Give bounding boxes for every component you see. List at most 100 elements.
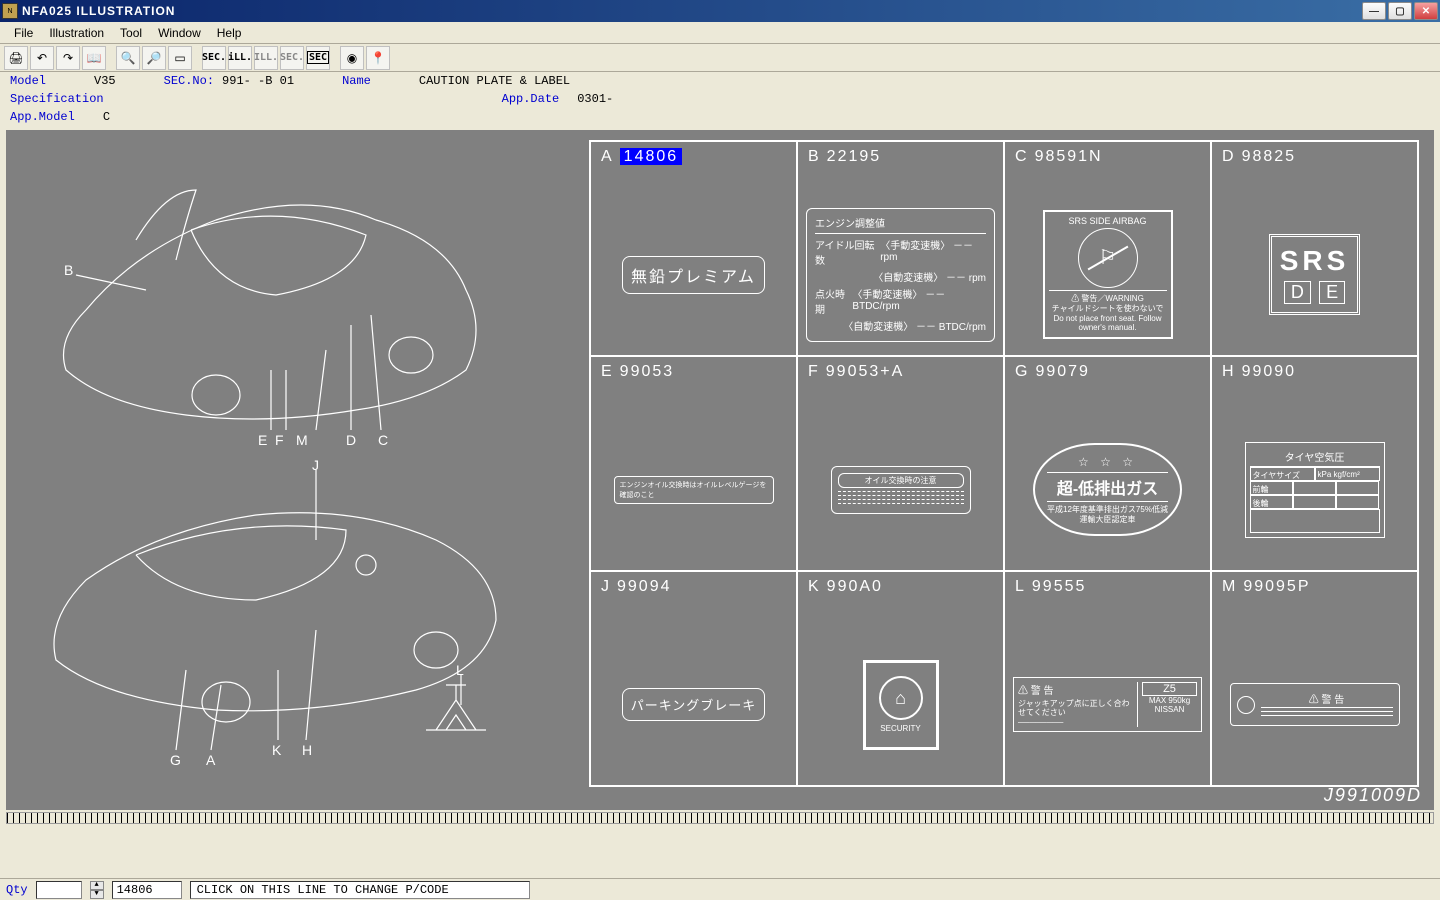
search-button[interactable]: 🔍	[116, 46, 140, 70]
car-diagrams: B M D C E F	[16, 140, 556, 780]
code-c: 98591N	[1035, 148, 1103, 165]
pin-button[interactable]: 📍	[366, 46, 390, 70]
cell-l[interactable]: L99555 ⚠ 警 告 ジャッキアップ点に正しく合わせてください ──────…	[1004, 571, 1211, 786]
cell-m[interactable]: M99095P ⚠ 警 告	[1211, 571, 1418, 786]
menu-window[interactable]: Window	[150, 24, 209, 42]
menu-file[interactable]: File	[6, 24, 41, 42]
zoom-button[interactable]: 🔎	[142, 46, 166, 70]
name-value: CAUTION PLATE & LABEL	[419, 74, 570, 88]
spec-label: Specification	[10, 92, 104, 106]
ill-gray-button[interactable]: ILL.	[254, 46, 278, 70]
qty-spinner[interactable]: ▲ ▼	[90, 881, 104, 899]
security-icon: ⌂	[879, 676, 923, 720]
callout-c: C	[378, 432, 388, 448]
cell-a[interactable]: A14806 無鉛プレミアム	[590, 141, 797, 356]
callout-b: B	[64, 262, 73, 278]
illustration-canvas[interactable]: B M D C E F	[6, 130, 1434, 810]
callout-h: H	[302, 742, 312, 758]
menubar: File Illustration Tool Window Help	[0, 22, 1440, 44]
ill-light-button[interactable]: iLL.	[228, 46, 252, 70]
info-row-2: Specification App.Date 0301-	[0, 90, 1440, 108]
menu-help[interactable]: Help	[209, 24, 250, 42]
cell-f[interactable]: F99053+A オイル交換時の注意	[797, 356, 1004, 571]
window-buttons: — ▢ ✕	[1362, 2, 1438, 20]
cell-b[interactable]: B22195 エンジン調整値 アイドル回転数〈手動変速機〉 －－ rpm 〈自動…	[797, 141, 1004, 356]
undo-button[interactable]: ↶	[30, 46, 54, 70]
maximize-button[interactable]: ▢	[1388, 2, 1412, 20]
ruler	[6, 812, 1434, 824]
code-b: 22195	[827, 148, 882, 165]
plate-g: ☆ ☆ ☆ 超-低排出ガス 平成12年度基準排出ガス75%低減 運輸大臣認定車	[1033, 443, 1182, 536]
print-button[interactable]: 🖨	[4, 46, 28, 70]
plate-f: オイル交換時の注意	[831, 466, 971, 514]
pcode-field[interactable]: 14806	[112, 881, 182, 899]
callout-e: E	[258, 432, 267, 448]
plate-l: ⚠ 警 告 ジャッキアップ点に正しく合わせてください ──────── Z5 M…	[1013, 677, 1202, 733]
model-value: V35	[94, 74, 116, 88]
plate-d: SRS D E	[1269, 234, 1361, 315]
statusbar: Qty ▲ ▼ 14806 CLICK ON THIS LINE TO CHAN…	[0, 878, 1440, 900]
sec-gray-button[interactable]: SEC.	[280, 46, 304, 70]
no-childseat-icon	[1078, 228, 1138, 288]
cell-d[interactable]: D98825 SRS D E	[1211, 141, 1418, 356]
label-grid: A14806 無鉛プレミアム B22195 エンジン調整値 アイドル回転数〈手動…	[589, 140, 1419, 787]
plate-m: ⚠ 警 告	[1230, 683, 1400, 726]
name-label: Name	[342, 74, 371, 88]
code-e: 99053	[620, 363, 675, 380]
cell-h[interactable]: H99090 タイヤ空気圧 タイヤサイズkPa kgf/cm² 前輪 後輪	[1211, 356, 1418, 571]
code-k: 990A0	[827, 578, 883, 595]
callout-d: D	[346, 432, 356, 448]
code-h: 99090	[1242, 363, 1297, 380]
callout-k: K	[272, 742, 282, 758]
plate-j: パーキングブレーキ	[622, 688, 766, 721]
callout-a: A	[206, 752, 216, 768]
qty-up-button[interactable]: ▲	[90, 881, 104, 890]
code-l: 99555	[1032, 578, 1087, 595]
redo-button[interactable]: ↷	[56, 46, 80, 70]
titlebar: N NFA025 ILLUSTRATION — ▢ ✕	[0, 0, 1440, 22]
info-row-1: Model V35 SEC.No: 991- -B 01 Name CAUTIO…	[0, 72, 1440, 90]
qty-down-button[interactable]: ▼	[90, 890, 104, 899]
plate-b: エンジン調整値 アイドル回転数〈手動変速機〉 －－ rpm 〈自動変速機〉 －－…	[806, 208, 995, 342]
cell-c[interactable]: C98591N SRS SIDE AIRBAG ⚠ 警告／WARNING チャイ…	[1004, 141, 1211, 356]
minimize-button[interactable]: —	[1362, 2, 1386, 20]
menu-tool[interactable]: Tool	[112, 24, 150, 42]
drawing-id: J991009D	[1324, 785, 1422, 806]
callout-f: F	[275, 432, 284, 448]
appdate-label: App.Date	[502, 92, 560, 106]
sec-dark-button[interactable]: SEC.	[202, 46, 226, 70]
menu-illustration[interactable]: Illustration	[41, 24, 112, 42]
code-d: 98825	[1242, 148, 1297, 165]
cell-k[interactable]: K990A0 ⌂ SECURITY	[797, 571, 1004, 786]
model-label: Model	[10, 74, 46, 88]
plate-h: タイヤ空気圧 タイヤサイズkPa kgf/cm² 前輪 後輪	[1245, 442, 1385, 538]
secno-value: 991- -B 01	[222, 74, 294, 88]
book-button[interactable]: 📖	[82, 46, 106, 70]
globe-button[interactable]: ◉	[340, 46, 364, 70]
car-svg: B M D C E F	[16, 140, 556, 780]
appmodel-label: App.Model	[10, 110, 75, 124]
secno-label: SEC.No:	[164, 74, 214, 88]
appmodel-value: C	[103, 110, 110, 124]
window-title: NFA025 ILLUSTRATION	[22, 4, 1362, 18]
close-button[interactable]: ✕	[1414, 2, 1438, 20]
code-g: 99079	[1035, 363, 1090, 380]
callout-m: M	[296, 432, 308, 448]
cell-g[interactable]: G99079 ☆ ☆ ☆ 超-低排出ガス 平成12年度基準排出ガス75%低減 運…	[1004, 356, 1211, 571]
cell-e[interactable]: E99053 エンジンオイル交換時はオイルレベルゲージを確認のこと	[590, 356, 797, 571]
code-j: 99094	[617, 578, 672, 595]
cell-j[interactable]: J99094 パーキングブレーキ	[590, 571, 797, 786]
app-icon: N	[2, 3, 18, 19]
qty-input[interactable]	[36, 881, 82, 899]
code-a: 14806	[620, 148, 683, 165]
plate-e: エンジンオイル交換時はオイルレベルゲージを確認のこと	[614, 476, 774, 504]
callout-l: L	[456, 662, 464, 678]
qty-label: Qty	[6, 883, 28, 897]
fit-button[interactable]: ▭	[168, 46, 192, 70]
callout-g: G	[170, 752, 181, 768]
plate-c: SRS SIDE AIRBAG ⚠ 警告／WARNING チャイルドシートを使わ…	[1043, 210, 1173, 339]
toolbar: 🖨 ↶ ↷ 📖 🔍 🔎 ▭ SEC. iLL. ILL. SEC. SEC ◉ …	[0, 44, 1440, 72]
plate-k: ⌂ SECURITY	[863, 660, 939, 750]
sec-box-button[interactable]: SEC	[306, 46, 330, 70]
status-message[interactable]: CLICK ON THIS LINE TO CHANGE P/CODE	[190, 881, 530, 899]
